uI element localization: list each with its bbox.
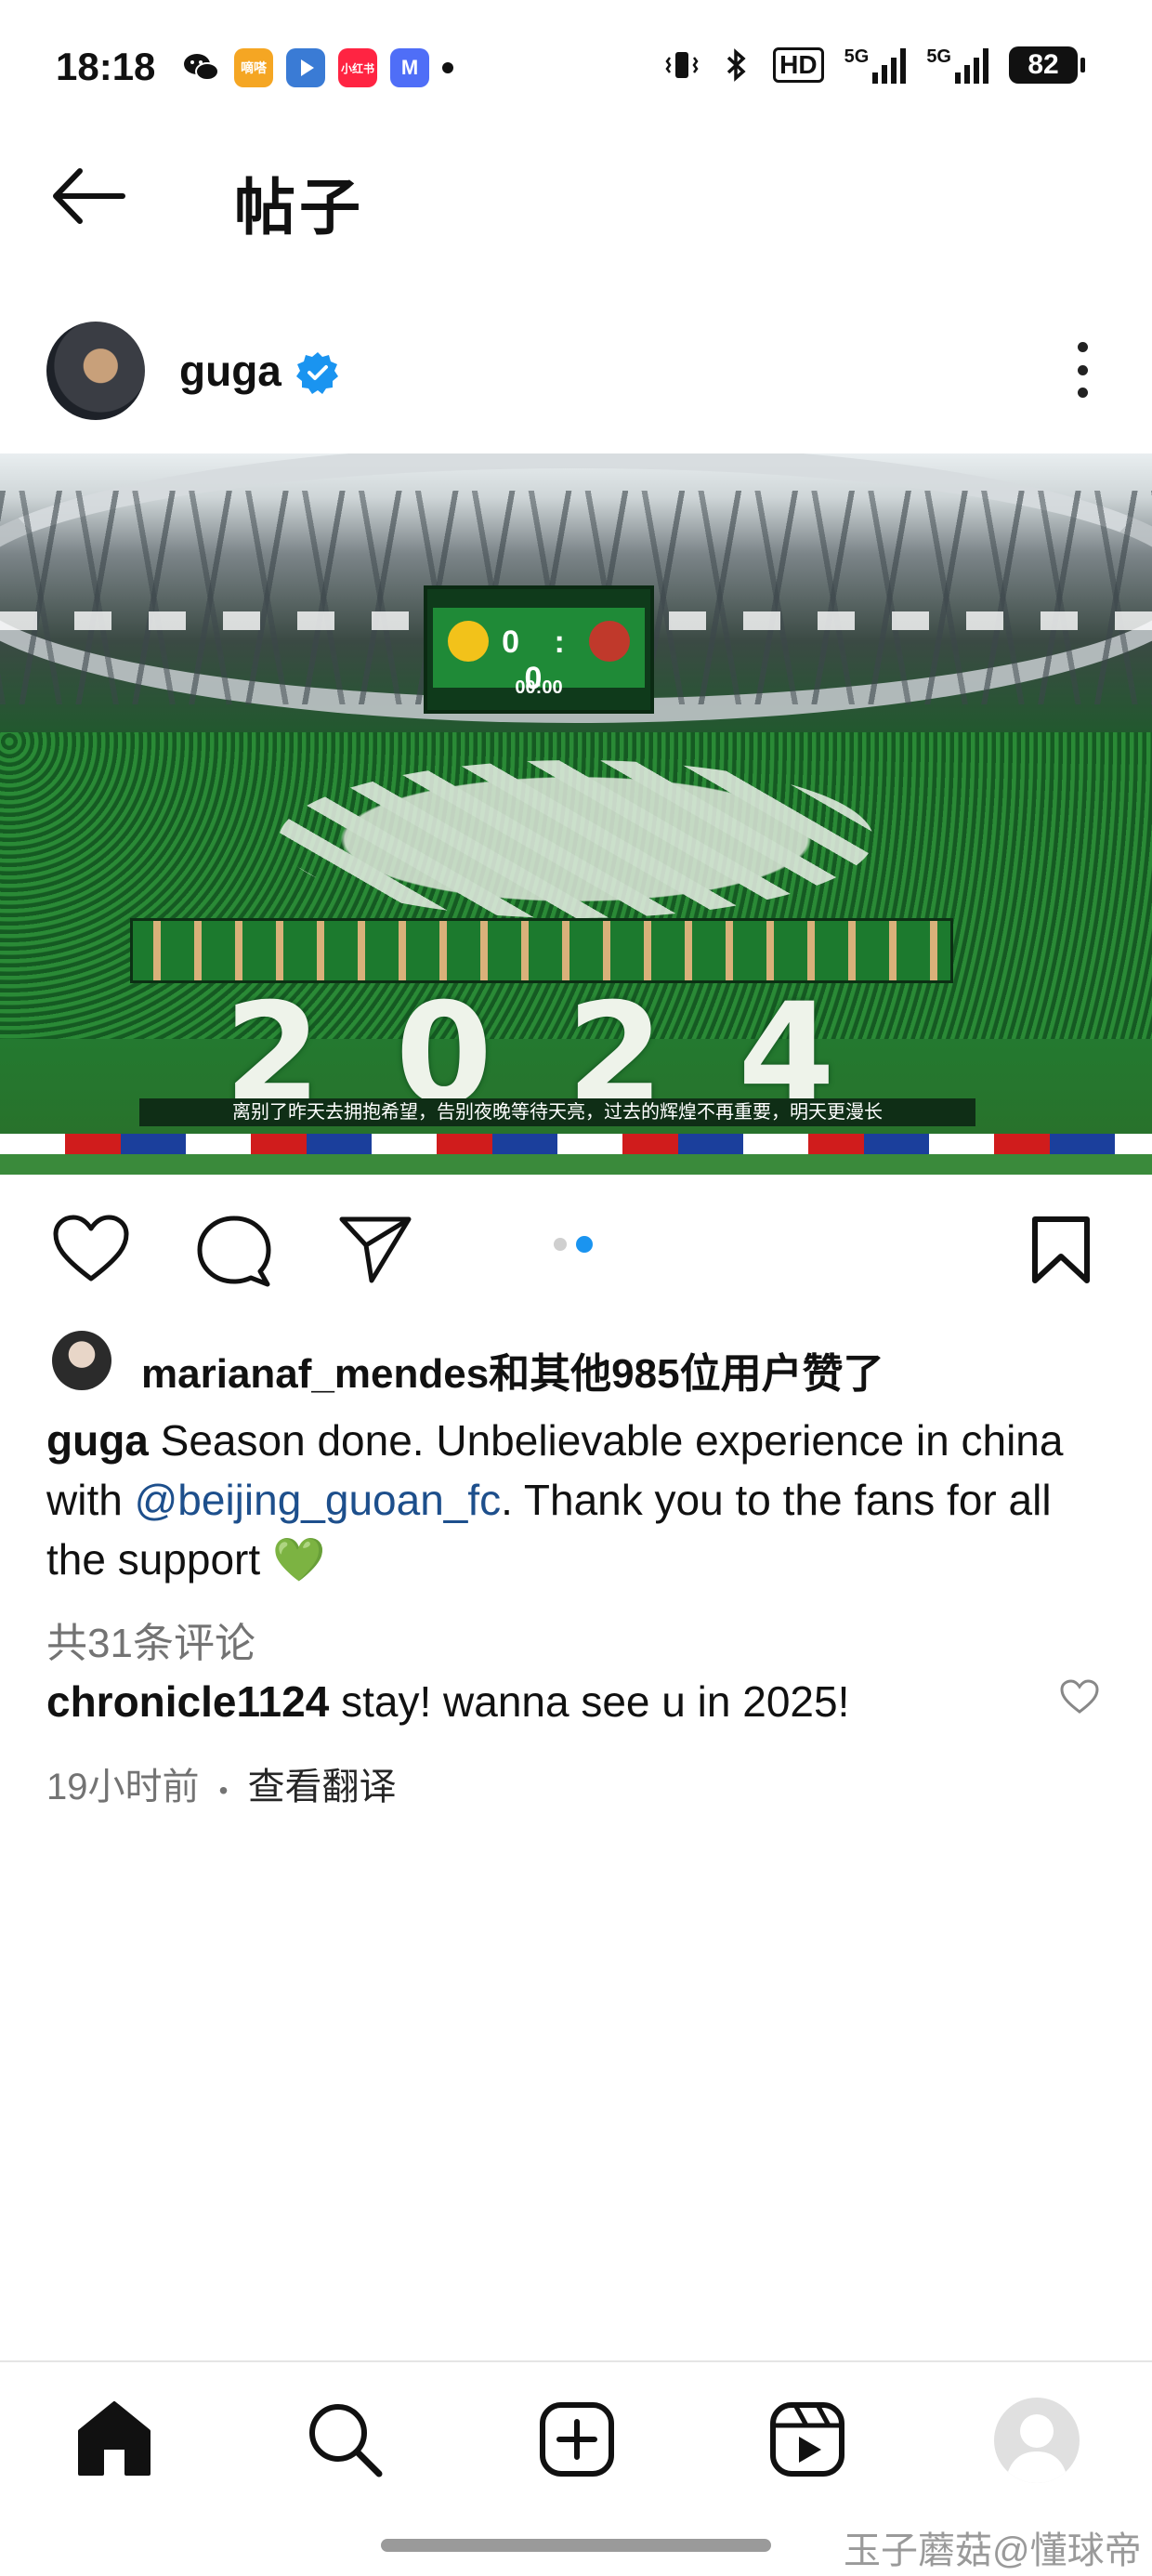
verified-badge-icon xyxy=(296,352,338,394)
comment-like-button[interactable] xyxy=(1059,1678,1100,1720)
nav-home-button[interactable] xyxy=(74,2399,154,2482)
likes-summary[interactable]: marianaf_mendes和其他985位用户赞了 xyxy=(141,1340,884,1400)
notification-dot xyxy=(442,62,453,73)
comment-heart-icon xyxy=(1060,1679,1099,1714)
scoreboard-panel: 0 : 0 xyxy=(433,608,645,696)
away-team-crest xyxy=(589,621,630,662)
home-team-crest xyxy=(448,621,489,662)
carousel-dot xyxy=(554,1238,567,1251)
bluetooth-icon xyxy=(727,48,746,82)
comment-username[interactable]: chronicle1124 xyxy=(46,1677,329,1726)
bottom-nav-divider xyxy=(0,2360,1152,2362)
signal-1-icon: 5G xyxy=(844,46,907,84)
comment-time: 19小时前 xyxy=(46,1767,200,1807)
see-translation-link[interactable]: 查看翻译 xyxy=(248,1767,397,1807)
comment-icon xyxy=(197,1216,271,1287)
tifo-crest xyxy=(279,760,873,918)
more-options-button[interactable] xyxy=(1070,342,1094,398)
back-button[interactable] xyxy=(48,164,132,229)
home-icon xyxy=(78,2401,151,2476)
more-dot xyxy=(1077,388,1088,398)
app-m-icon: M xyxy=(390,48,429,87)
hd-icon: HD xyxy=(773,47,824,83)
battery-icon: 82 xyxy=(1009,46,1085,84)
save-button[interactable] xyxy=(1029,1214,1093,1291)
back-arrow-icon xyxy=(53,168,125,224)
more-dot xyxy=(1077,342,1088,352)
reels-icon xyxy=(770,2402,844,2477)
xiaohongshu-icon: 小红书 xyxy=(338,48,377,87)
advertising-boards xyxy=(0,1134,1152,1154)
network-type-2: 5G xyxy=(926,46,951,67)
heart-icon xyxy=(53,1215,129,1281)
view-all-comments-link[interactable]: 共31条评论 xyxy=(46,1610,255,1669)
caption-username[interactable]: guga xyxy=(46,1416,149,1465)
nav-reels-button[interactable] xyxy=(767,2399,847,2484)
stadium-scoreboard: 0 : 0 00:00 xyxy=(424,585,654,714)
comment-meta: 19小时前 • 查看翻译 xyxy=(46,1756,397,1810)
vibrate-icon xyxy=(665,52,699,78)
share-button[interactable] xyxy=(336,1214,414,1289)
profile-avatar-icon xyxy=(1005,2414,1068,2483)
signal-2-icon: 5G xyxy=(926,46,988,84)
status-time: 18:18 xyxy=(56,45,156,88)
more-dot xyxy=(1077,364,1088,375)
comment-button[interactable] xyxy=(195,1214,273,1293)
app-orange-icon: 嘀嗒 xyxy=(234,48,273,87)
pitch xyxy=(0,1154,1152,1175)
caption-mention-link[interactable]: @beijing_guoan_fc xyxy=(135,1476,502,1524)
post-caption: guga Season done. Unbelievable experienc… xyxy=(46,1411,1115,1589)
bookmark-icon xyxy=(1032,1216,1090,1283)
network-type-1: 5G xyxy=(844,46,870,67)
page-title: 帖子 xyxy=(234,173,364,242)
tifo-slogan: 离别了昨天去拥抱希望，告别夜晚等待天亮，过去的辉煌不再重要，明天更漫长 xyxy=(139,1098,975,1126)
author-avatar[interactable] xyxy=(46,322,145,420)
home-indicator[interactable] xyxy=(381,2539,771,2552)
app-video-icon xyxy=(286,48,325,87)
like-button[interactable] xyxy=(52,1214,130,1289)
comment-text: stay! wanna see u in 2025! xyxy=(329,1677,850,1726)
status-app-icons: 嘀嗒 小红书 M xyxy=(182,48,453,87)
scoreboard-time: 00:00 xyxy=(515,677,563,698)
create-post-icon xyxy=(540,2402,614,2477)
watermark: 玉子蘑菇@懂球帝 xyxy=(844,2530,1142,2571)
comment-row: chronicle1124 stay! wanna see u in 2025! xyxy=(46,1676,849,1727)
author-name[interactable]: guga xyxy=(179,346,281,396)
carousel-indicator xyxy=(554,1236,593,1253)
send-icon xyxy=(339,1216,412,1283)
nav-create-button[interactable] xyxy=(537,2399,617,2484)
nav-search-button[interactable] xyxy=(305,2399,385,2484)
status-system-icons: HD 5G 5G 82 xyxy=(663,46,1085,84)
liker-avatar[interactable] xyxy=(52,1331,111,1390)
meta-separator: • xyxy=(218,1776,229,1805)
nav-profile-button[interactable] xyxy=(994,2398,1080,2483)
search-icon xyxy=(309,2404,383,2477)
wechat-icon xyxy=(182,48,221,87)
post-image[interactable]: 0 : 0 00:00 2024 离别了昨天去拥抱希望，告别夜晚等待天亮，过去的… xyxy=(0,453,1152,1175)
carousel-dot-active xyxy=(576,1236,593,1253)
